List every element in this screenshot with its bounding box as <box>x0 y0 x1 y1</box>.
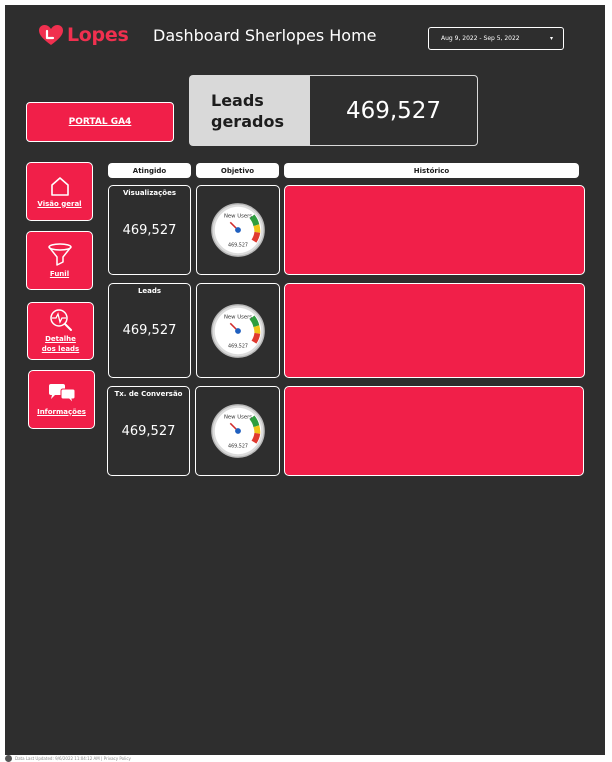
info-icon <box>5 754 12 762</box>
home-icon <box>50 176 69 196</box>
gauge-dial: New Users 469,527 <box>211 203 265 257</box>
metric-card-leads: Leads 469,527 <box>108 283 191 378</box>
kpi-value: 469,527 <box>309 75 478 146</box>
footer-text: Data Last Updated: 9/6/2022 11:04:12 AM … <box>15 755 131 761</box>
history-chart-visualizacoes <box>284 185 585 275</box>
gauge-label: New Users <box>224 213 252 219</box>
footer: Data Last Updated: 9/6/2022 11:04:12 AM … <box>5 754 131 762</box>
metric-value: 469,527 <box>122 323 177 338</box>
gauge-dial: New Users 469,527 <box>210 404 265 458</box>
date-range-value: Aug 9, 2022 - Sep 5, 2022 <box>441 35 520 42</box>
logo-text: Lopes <box>67 24 129 46</box>
gauge-label: New Users <box>223 414 251 420</box>
nav-label: Visão geral <box>37 199 82 208</box>
dashboard-canvas: Lopes Dashboard Sherlopes Home Aug 9, 20… <box>5 5 605 755</box>
gauge-dial: New Users 469,527 <box>211 303 265 358</box>
heart-logo-icon <box>39 25 63 45</box>
column-header-historico: Histórico <box>284 163 579 178</box>
funnel-icon <box>47 242 72 266</box>
metric-value: 469,527 <box>122 222 177 238</box>
magnify-pulse-icon <box>49 309 72 331</box>
chevron-down-icon: ▾ <box>549 35 553 42</box>
metric-card-visualizacoes: Visualizações 469,527 <box>108 185 191 275</box>
portal-ga4-button[interactable]: PORTAL GA4 <box>26 102 174 142</box>
gauge-value: 469,527 <box>228 443 248 449</box>
column-header-atingido: Atingido <box>108 163 191 178</box>
gauge-label: New Users <box>224 314 252 320</box>
metric-value: 469,527 <box>121 423 176 439</box>
history-chart-tx-conversao <box>284 386 584 476</box>
history-chart-leads <box>284 283 585 378</box>
date-range-picker[interactable]: Aug 9, 2022 - Sep 5, 2022 ▾ <box>428 27 564 50</box>
nav-label: Informações <box>37 407 86 416</box>
nav-label: Funil <box>49 269 70 278</box>
nav-label: Detalhe dos leads <box>41 335 80 353</box>
nav-detalhe-dos-leads[interactable]: Detalhe dos leads <box>27 302 94 360</box>
nav-funil[interactable]: Funil <box>26 231 93 290</box>
gauge-card-leads: New Users 469,527 <box>196 283 280 378</box>
nav-informacoes[interactable]: Informações <box>28 370 95 429</box>
gauge-card-tx-conversao: New Users 469,527 <box>195 386 280 476</box>
lopes-logo: Lopes <box>38 21 133 49</box>
gauge-value: 469,527 <box>228 343 248 349</box>
chat-bubbles-icon <box>48 383 75 405</box>
page-title: Dashboard Sherlopes Home <box>153 26 377 45</box>
metric-card-tx-conversao: Tx. de Conversão 469,527 <box>107 386 190 476</box>
kpi-label: Leads gerados <box>189 75 310 146</box>
column-header-objetivo: Objetivo <box>196 163 279 178</box>
nav-visao-geral[interactable]: Visão geral <box>26 162 93 221</box>
gauge-card-visualizacoes: New Users 469,527 <box>196 185 280 275</box>
gauge-value: 469,527 <box>228 242 248 248</box>
